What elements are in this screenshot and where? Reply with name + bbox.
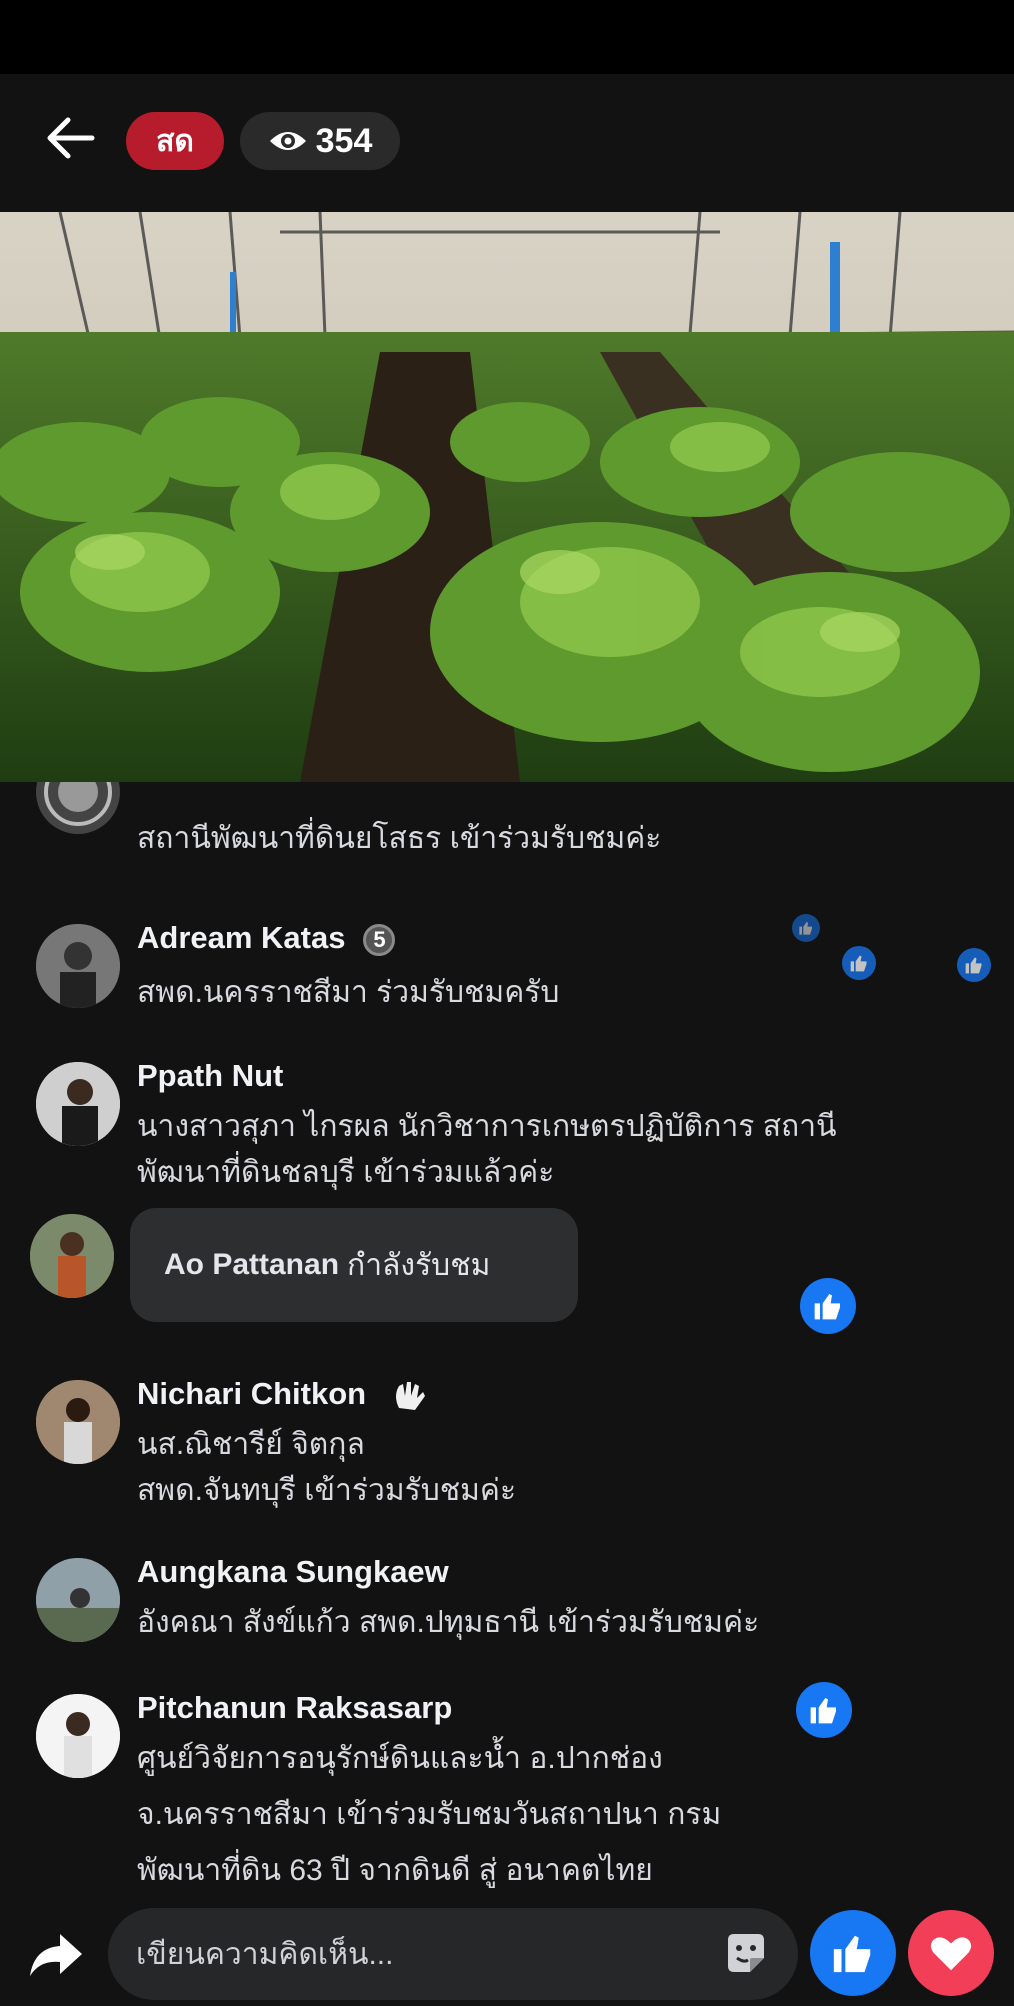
comment-text: พัฒนาที่ดิน 63 ปี จากดินดี สู่ อนาคตไทย: [137, 1854, 653, 1887]
like-reaction-button[interactable]: [810, 1910, 896, 1996]
comment-feed[interactable]: สถานีพัฒนาที่ดินยโสธร เข้าร่วมรับชมค่ะ A…: [0, 782, 1014, 1902]
comment-text: นส.ณิชารีย์ จิตกุล: [137, 1428, 365, 1461]
thumbs-up-icon: [842, 946, 876, 980]
avatar[interactable]: [30, 1214, 114, 1298]
comment-text: นางสาวสุภา ไกรผล นักวิชาการเกษตรปฏิบัติก…: [137, 1110, 837, 1143]
comment-text: อังคณา สังข์แก้ว สพด.ปทุมธานี เข้าร่วมรั…: [137, 1606, 760, 1639]
comment-author[interactable]: Aungkana Sungkaew: [137, 1554, 449, 1590]
greenhouse-video-frame: [0, 212, 1014, 782]
eye-icon: [269, 132, 306, 150]
thumbs-up-icon: [833, 1935, 871, 1973]
top-fan-badge: 5: [363, 923, 396, 956]
comment-input[interactable]: เขียนความคิดเห็น...: [108, 1908, 798, 2000]
viewer-count-badge: 354: [240, 112, 400, 170]
comment-text: ศูนย์วิจัยการอนุรักษ์ดินและน้ำ อ.ปากช่อง: [137, 1742, 663, 1775]
thumbs-up-icon: [957, 948, 991, 982]
status-bar: [0, 0, 1014, 74]
comment-input-placeholder: เขียนความคิดเห็น...: [136, 1937, 394, 1971]
comment-author-name[interactable]: Nichari Chitkon: [137, 1376, 366, 1411]
comment-bubble[interactable]: Ao Pattanan กำลังรับชม: [130, 1208, 578, 1322]
thumbs-up-icon: [796, 1682, 852, 1738]
live-badge: สด: [126, 112, 224, 170]
comment-composer-bar: เขียนความคิดเห็น...: [0, 1902, 1014, 2006]
love-reaction-button[interactable]: [908, 1910, 994, 1996]
avatar[interactable]: [36, 924, 120, 1008]
comment-author[interactable]: Pitchanun Raksasarp: [137, 1690, 452, 1726]
thumbs-up-icon: [800, 1278, 856, 1334]
avatar[interactable]: [36, 1380, 120, 1464]
share-icon[interactable]: [28, 1926, 84, 1982]
comment-text: จ.นครราชสีมา เข้าร่วมรับชมวันสถาปนา กรม: [137, 1798, 722, 1831]
comment-text: สพด.จันทบุรี เข้าร่วมรับชมค่ะ: [137, 1474, 517, 1507]
comment-author[interactable]: Ppath Nut: [137, 1058, 283, 1094]
sticker-icon[interactable]: [722, 1930, 770, 1978]
live-header: สด 354: [0, 74, 1014, 212]
heart-icon: [930, 1937, 972, 1971]
comment-author-name[interactable]: Adream Katas: [137, 920, 345, 955]
avatar[interactable]: [36, 1694, 120, 1778]
comment-text: สถานีพัฒนาที่ดินยโสธร เข้าร่วมรับชมค่ะ: [137, 822, 662, 855]
wave-icon: [395, 1381, 425, 1410]
comment-author[interactable]: Ao Pattanan: [164, 1248, 339, 1282]
comment-author[interactable]: Adream Katas 5: [137, 920, 396, 956]
viewer-count: 354: [315, 121, 373, 160]
comment-text: สพด.นครราชสีมา ร่วมรับชมครับ: [137, 976, 560, 1009]
avatar[interactable]: [36, 1062, 120, 1146]
back-arrow-icon[interactable]: [40, 108, 100, 168]
thumbs-up-icon: [792, 914, 820, 942]
comment-text: พัฒนาที่ดินชลบุรี เข้าร่วมแล้วค่ะ: [137, 1156, 555, 1189]
avatar[interactable]: [36, 782, 120, 834]
comment-text: กำลังรับชม: [347, 1248, 491, 1282]
live-video[interactable]: [0, 212, 1014, 782]
comment-author[interactable]: Nichari Chitkon: [137, 1376, 429, 1414]
avatar[interactable]: [36, 1558, 120, 1642]
